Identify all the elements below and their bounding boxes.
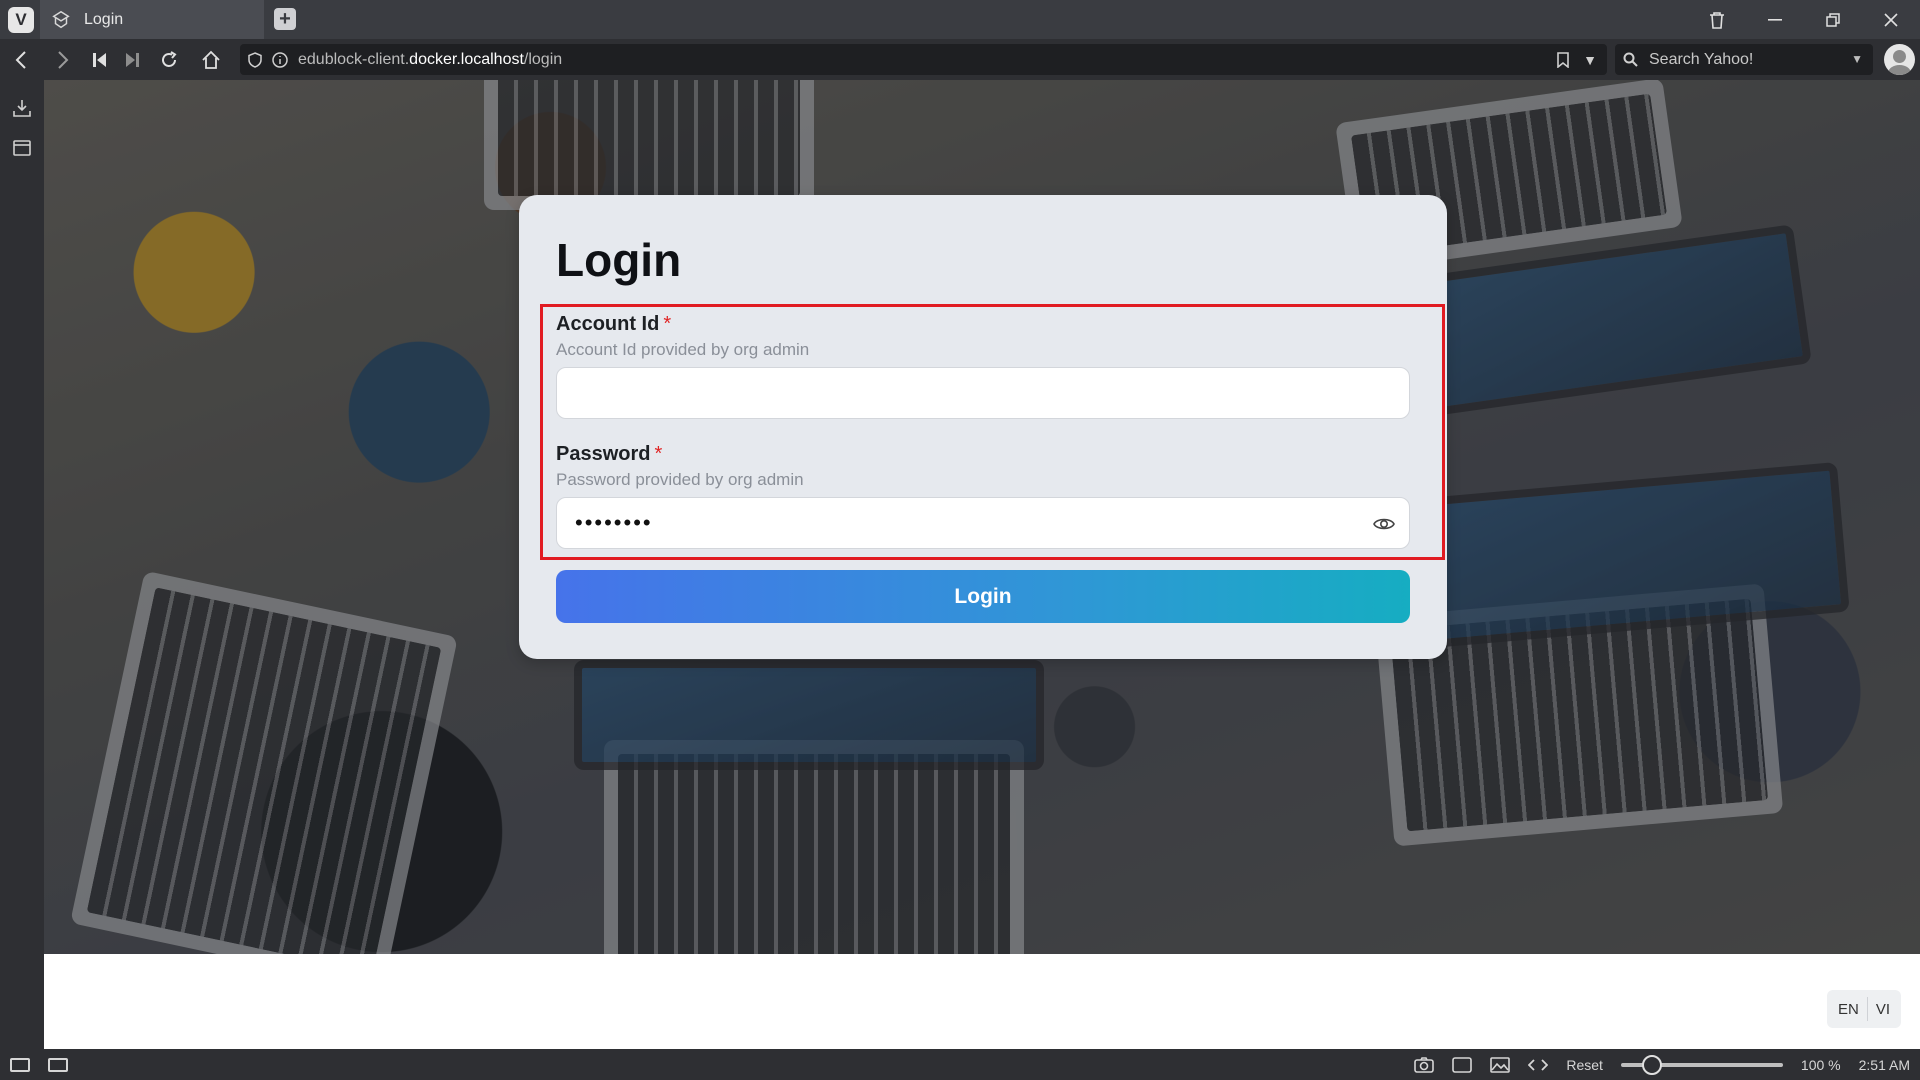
status-right: Reset 100 % 2:51 AM [1414,1049,1910,1080]
restore-button[interactable] [1804,0,1862,39]
url-actions: ▼ [1557,44,1597,75]
password-help: Password provided by org admin [556,470,804,489]
page-title: Login [556,234,682,286]
password-input[interactable]: •••••••• [556,497,1410,549]
bookmark-icon[interactable] [1557,51,1569,68]
side-panel [0,80,44,1049]
code-icon[interactable] [1528,1058,1549,1072]
required-mark: * [663,313,672,335]
info-icon[interactable] [272,51,288,68]
required-mark: * [654,443,663,465]
back-icon[interactable] [0,39,42,80]
search-placeholder: Search Yahoo! [1649,50,1754,68]
account-id-label: Account Id * [556,313,671,336]
tab-title: Login [84,10,124,28]
account-id-input[interactable] [556,367,1410,419]
status-bar: Reset 100 % 2:51 AM [0,1049,1920,1080]
url-host: docker.localhost [409,50,524,68]
new-tab-button[interactable]: + [274,8,296,30]
url-prefix: edublock-client. [298,50,410,68]
close-window-button[interactable] [1862,0,1920,39]
zoom-slider[interactable] [1620,1054,1783,1075]
page-viewport: Login Account Id * Account Id provided by… [44,80,1920,1049]
zoom-slider-thumb[interactable] [1641,1054,1662,1075]
url-field[interactable]: edublock-client.docker.localhost/login ▼ [240,44,1607,75]
edublock-favicon-icon [52,10,70,28]
url-text: edublock-client.docker.localhost/login [298,51,562,69]
search-engine-dropdown-icon[interactable]: ▼ [1851,44,1863,75]
password-value: •••••••• [575,510,653,535]
tab-bar: V Login + [0,0,1920,39]
camera-icon[interactable] [1414,1056,1435,1073]
language-switcher: EN VI [1827,990,1901,1028]
home-icon[interactable] [190,39,232,80]
browser-menu-icon[interactable]: V [8,6,34,33]
panel-toggle-icon[interactable] [10,1057,30,1072]
account-id-help: Account Id provided by org admin [556,340,810,359]
address-bar: edublock-client.docker.localhost/login ▼… [0,39,1920,80]
login-button[interactable]: Login [556,570,1410,623]
chevron-down-icon[interactable]: ▼ [1583,52,1597,68]
page-tiling-icon[interactable] [1452,1056,1473,1073]
password-label-text: Password [556,443,651,465]
search-icon [1623,52,1638,67]
language-option-vi[interactable]: VI [1868,1001,1898,1018]
tab-tiling-icon[interactable] [48,1057,68,1072]
zoom-reset-button[interactable]: Reset [1566,1057,1603,1073]
profile-avatar[interactable] [1884,44,1915,75]
status-left [10,1049,68,1080]
eye-icon[interactable] [1373,514,1395,534]
fast-forward-icon[interactable] [116,39,148,80]
zoom-level: 100 % [1800,1056,1841,1073]
clock: 2:51 AM [1858,1056,1910,1073]
tab-login[interactable]: Login [40,0,264,39]
login-card: Login Account Id * Account Id provided by… [519,195,1447,659]
image-icon[interactable] [1490,1056,1511,1073]
password-label: Password * [556,443,662,466]
window-controls [1688,0,1920,39]
window-panel-icon[interactable] [0,128,44,168]
forward-icon[interactable] [42,39,84,80]
rewind-icon[interactable] [84,39,116,80]
language-option-en[interactable]: EN [1830,1001,1867,1018]
downloads-icon[interactable] [0,88,44,128]
minimize-button[interactable] [1746,0,1804,39]
trash-icon[interactable] [1688,0,1746,39]
reload-icon[interactable] [148,39,190,80]
account-id-label-text: Account Id [556,313,660,335]
search-field[interactable]: Search Yahoo! ▼ [1615,44,1873,75]
url-path: /login [523,50,563,68]
shield-icon[interactable] [248,51,262,68]
